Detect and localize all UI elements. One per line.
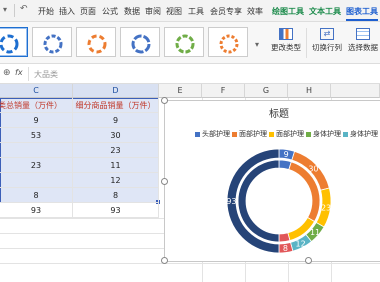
table-cell[interactable] xyxy=(0,143,73,158)
fx-icon[interactable]: fx xyxy=(15,68,23,77)
data-label: 9 xyxy=(284,150,289,159)
header-cell-d[interactable]: 细分商品销量（万件） xyxy=(73,98,159,113)
table-cell[interactable]: 12 xyxy=(73,173,159,188)
more-styles-icon[interactable]: ▾ xyxy=(255,40,259,49)
chart-style-thumb-3[interactable] xyxy=(76,27,116,57)
change-type-icon xyxy=(279,28,293,40)
menu-item-efficiency[interactable]: 效率 xyxy=(247,6,263,17)
data-label: 30 xyxy=(308,164,318,173)
column-header-d[interactable]: D xyxy=(73,84,159,98)
chart-style-thumb-6[interactable] xyxy=(208,27,248,57)
data-label: 11 xyxy=(310,228,320,237)
select-data-label: 选择数据 xyxy=(348,43,378,52)
menu-item-insert[interactable]: 插入 xyxy=(59,6,75,17)
select-data-icon xyxy=(356,28,370,40)
table-cell[interactable]: 53 xyxy=(0,128,73,143)
menu-item-drawing-tools[interactable]: 绘图工具 xyxy=(272,6,304,17)
table-cell[interactable]: 8 xyxy=(0,188,73,203)
data-label: 93 xyxy=(226,197,236,206)
menu-bar: ▾ ↶ 开始 插入 页面 公式 数据 审阅 视图 工具 会员专享 效率 绘图工具… xyxy=(0,0,380,22)
table-cell[interactable]: 93 xyxy=(0,203,73,218)
table-cell[interactable]: 23 xyxy=(0,158,73,173)
resize-handle-top-left[interactable] xyxy=(161,97,168,104)
header-c-text: 品类总销量（万件） xyxy=(0,101,62,110)
table-cell[interactable]: 11 xyxy=(73,158,159,173)
chart-object[interactable]: 标题 头部护理 面部护理 面部护理 身体护理 身体护理 9 30 23 11 12 8 93 xyxy=(161,97,380,264)
menu-item-chart-tools[interactable]: 图表工具 xyxy=(346,6,378,21)
column-header-f[interactable]: F xyxy=(202,84,245,98)
separator xyxy=(306,28,307,58)
switch-row-col-button[interactable]: ⇄ 切换行列 xyxy=(309,26,345,60)
dropdown-arrow-icon[interactable]: ▾ xyxy=(3,5,7,14)
resize-handle-bottom-left[interactable] xyxy=(161,257,168,264)
switch-icon: ⇄ xyxy=(320,28,334,40)
resize-handle-bottom[interactable] xyxy=(305,257,312,264)
table-cell[interactable]: 9 xyxy=(73,113,159,128)
menu-item-review[interactable]: 审阅 xyxy=(145,6,161,17)
menu-item-formula[interactable]: 公式 xyxy=(102,6,118,17)
table-cell[interactable]: 8 xyxy=(73,188,159,203)
separator xyxy=(14,4,15,17)
gridline xyxy=(0,263,380,264)
change-type-label: 更改类型 xyxy=(271,43,301,52)
column-header-g[interactable]: G xyxy=(245,84,288,98)
menu-item-page[interactable]: 页面 xyxy=(80,6,96,17)
table-cell[interactable]: 23 xyxy=(73,143,159,158)
header-d-text: 细分商品销量（万件） xyxy=(75,101,156,110)
switch-row-col-label: 切换行列 xyxy=(312,43,342,52)
menu-item-member[interactable]: 会员专享 xyxy=(210,6,242,17)
select-data-button[interactable]: 选择数据 xyxy=(345,26,380,60)
header-cell-c[interactable]: 品类总销量（万件） xyxy=(0,98,73,113)
data-label: 8 xyxy=(283,244,288,253)
table-cell[interactable]: 93 xyxy=(73,203,159,218)
table-cell[interactable] xyxy=(0,173,73,188)
inner-ring-segment[interactable] xyxy=(278,232,291,243)
column-header-e[interactable]: E xyxy=(159,84,202,98)
table-cell[interactable]: 9 xyxy=(0,113,73,128)
column-header-blank xyxy=(331,84,380,98)
chart-style-thumb-5[interactable] xyxy=(164,27,204,57)
data-label: 12 xyxy=(296,239,306,248)
separator xyxy=(28,67,29,81)
chart-style-thumb-2[interactable] xyxy=(32,27,72,57)
menu-item-home[interactable]: 开始 xyxy=(38,6,54,17)
table-cell[interactable]: 30 xyxy=(73,128,159,143)
donut-chart-plot: 9 30 23 11 12 8 93 xyxy=(226,148,332,254)
chart-style-thumb-1[interactable] xyxy=(0,27,28,57)
column-header-h[interactable]: H xyxy=(288,84,331,98)
ribbon-toolbar: ▾ 更改类型 ⇄ 切换行列 选择数据 xyxy=(0,22,380,64)
data-label: 23 xyxy=(321,203,331,212)
menu-item-tools[interactable]: 工具 xyxy=(188,6,204,17)
menu-item-text-tools[interactable]: 文本工具 xyxy=(309,6,341,17)
undo-icon[interactable]: ↶ xyxy=(20,4,28,14)
column-header-c[interactable]: C xyxy=(0,84,73,98)
formula-input[interactable]: 大品类 xyxy=(34,69,58,80)
formula-bar: ⊕ fx 大品类 xyxy=(0,64,380,84)
menu-item-view[interactable]: 视图 xyxy=(166,6,182,17)
resize-handle-left[interactable] xyxy=(161,178,168,185)
change-type-button[interactable]: 更改类型 xyxy=(266,26,306,60)
chart-style-thumb-4[interactable] xyxy=(120,27,160,57)
menu-item-data[interactable]: 数据 xyxy=(124,6,140,17)
zoom-icon[interactable]: ⊕ xyxy=(3,68,11,78)
